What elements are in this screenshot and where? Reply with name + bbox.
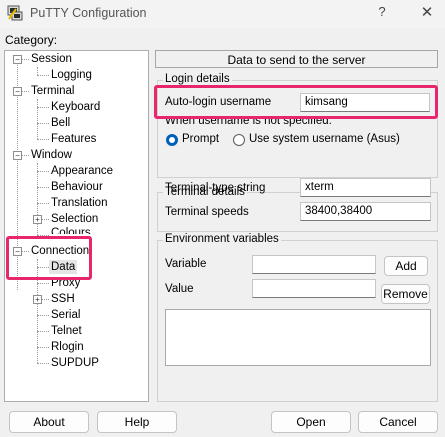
use-system-username-radio[interactable] [233,134,245,146]
add-button[interactable]: Add [384,256,428,276]
cancel-button[interactable]: Cancel [358,411,438,433]
tree-item-selection[interactable]: Selection [51,212,98,226]
tree-item-terminal[interactable]: Terminal [31,84,74,98]
panel-header: Data to send to the server [155,50,438,68]
collapse-icon[interactable]: − [13,151,22,160]
tree-item-bell[interactable]: Bell [51,116,70,130]
tree-item-supdup[interactable]: SUPDUP [51,356,99,370]
tree-item-rlogin[interactable]: Rlogin [51,340,84,354]
environment-variables-list[interactable] [165,309,431,366]
tree-line [37,163,38,235]
remove-button[interactable]: Remove [381,284,430,304]
variable-label: Variable [165,258,207,270]
putty-app-icon [7,5,23,21]
use-system-username-label: Use system username (Asus) [249,133,400,145]
value-input[interactable] [252,279,376,298]
close-button[interactable]: ✕ [417,3,437,23]
tree-line [37,139,49,140]
collapse-icon[interactable]: − [13,87,22,96]
tree-line [37,203,49,204]
tree-line [37,123,49,124]
tree-line [37,75,49,76]
about-button[interactable]: About [9,411,89,433]
expand-icon[interactable]: + [33,215,42,224]
tree-item-session[interactable]: Session [31,52,72,66]
terminal-type-input[interactable]: xterm [300,178,431,197]
prompt-radio[interactable] [166,134,178,146]
open-button[interactable]: Open [271,411,351,433]
autologin-highlight [154,85,438,119]
terminal-type-label: Terminal-type string [165,182,266,194]
tree-item-translation[interactable]: Translation [51,196,107,210]
tree-line [37,67,38,75]
tree-line [37,99,38,139]
terminal-speeds-input[interactable]: 38400,38400 [300,202,431,221]
tree-item-features[interactable]: Features [51,132,96,146]
tree-line [37,363,49,364]
tree-item-window[interactable]: Window [31,148,72,162]
category-tree[interactable]: − − − + − + Session Logging Terminal Key… [4,50,149,402]
title-help-button[interactable]: ? [372,4,392,22]
tree-item-telnet[interactable]: Telnet [51,324,82,338]
tree-item-appearance[interactable]: Appearance [51,164,113,178]
environment-variables-title: Environment variables [163,233,281,245]
connection-data-highlight [6,236,92,280]
variable-input[interactable] [252,255,376,274]
tree-line [37,187,49,188]
help-button[interactable]: Help [97,411,177,433]
tree-line [41,219,49,220]
tree-line [37,347,49,348]
tree-item-serial[interactable]: Serial [51,308,80,322]
tree-item-colours[interactable]: Colours [51,226,91,234]
tree-line [37,171,49,172]
expand-icon[interactable]: + [33,295,42,304]
tree-line [37,331,49,332]
login-details-title: Login details [163,73,232,85]
prompt-radio-label: Prompt [182,133,220,145]
tree-item-ssh[interactable]: SSH [51,292,75,306]
tree-item-logging[interactable]: Logging [51,68,92,82]
tree-line [37,107,49,108]
tree-line [37,283,49,284]
category-label: Category: [5,33,58,47]
tree-line [37,315,49,316]
collapse-icon[interactable]: − [13,55,22,64]
value-label: Value [165,283,194,295]
terminal-speeds-label: Terminal speeds [165,206,249,218]
tree-line [41,299,49,300]
tree-item-behaviour[interactable]: Behaviour [51,180,103,194]
tree-item-keyboard[interactable]: Keyboard [51,100,100,114]
window-title: PuTTY Configuration [30,6,147,20]
